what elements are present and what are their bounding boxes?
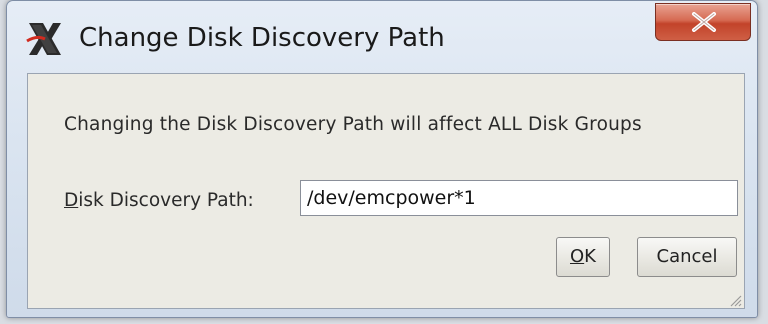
dialog-content: Changing the Disk Discovery Path will af… — [27, 73, 745, 309]
label-rest: isk Discovery Path: — [78, 190, 254, 211]
close-icon — [692, 12, 716, 32]
dialog-window: Change Disk Discovery Path Changing the … — [6, 0, 758, 318]
dialog-title: Change Disk Discovery Path — [79, 23, 445, 53]
warning-message: Changing the Disk Discovery Path will af… — [64, 114, 642, 135]
ok-mnemonic: O — [570, 246, 585, 267]
disk-discovery-path-label: Disk Discovery Path: — [64, 190, 254, 211]
app-x-icon — [23, 17, 67, 61]
title-bar[interactable]: Change Disk Discovery Path — [7, 1, 757, 73]
ok-rest: K — [584, 246, 596, 267]
ok-button[interactable]: OK — [556, 237, 610, 277]
cancel-button[interactable]: Cancel — [637, 237, 737, 277]
disk-discovery-path-input[interactable] — [300, 180, 738, 216]
label-mnemonic: D — [64, 190, 79, 211]
resize-grip-icon[interactable] — [728, 292, 742, 307]
close-button[interactable] — [655, 3, 751, 41]
